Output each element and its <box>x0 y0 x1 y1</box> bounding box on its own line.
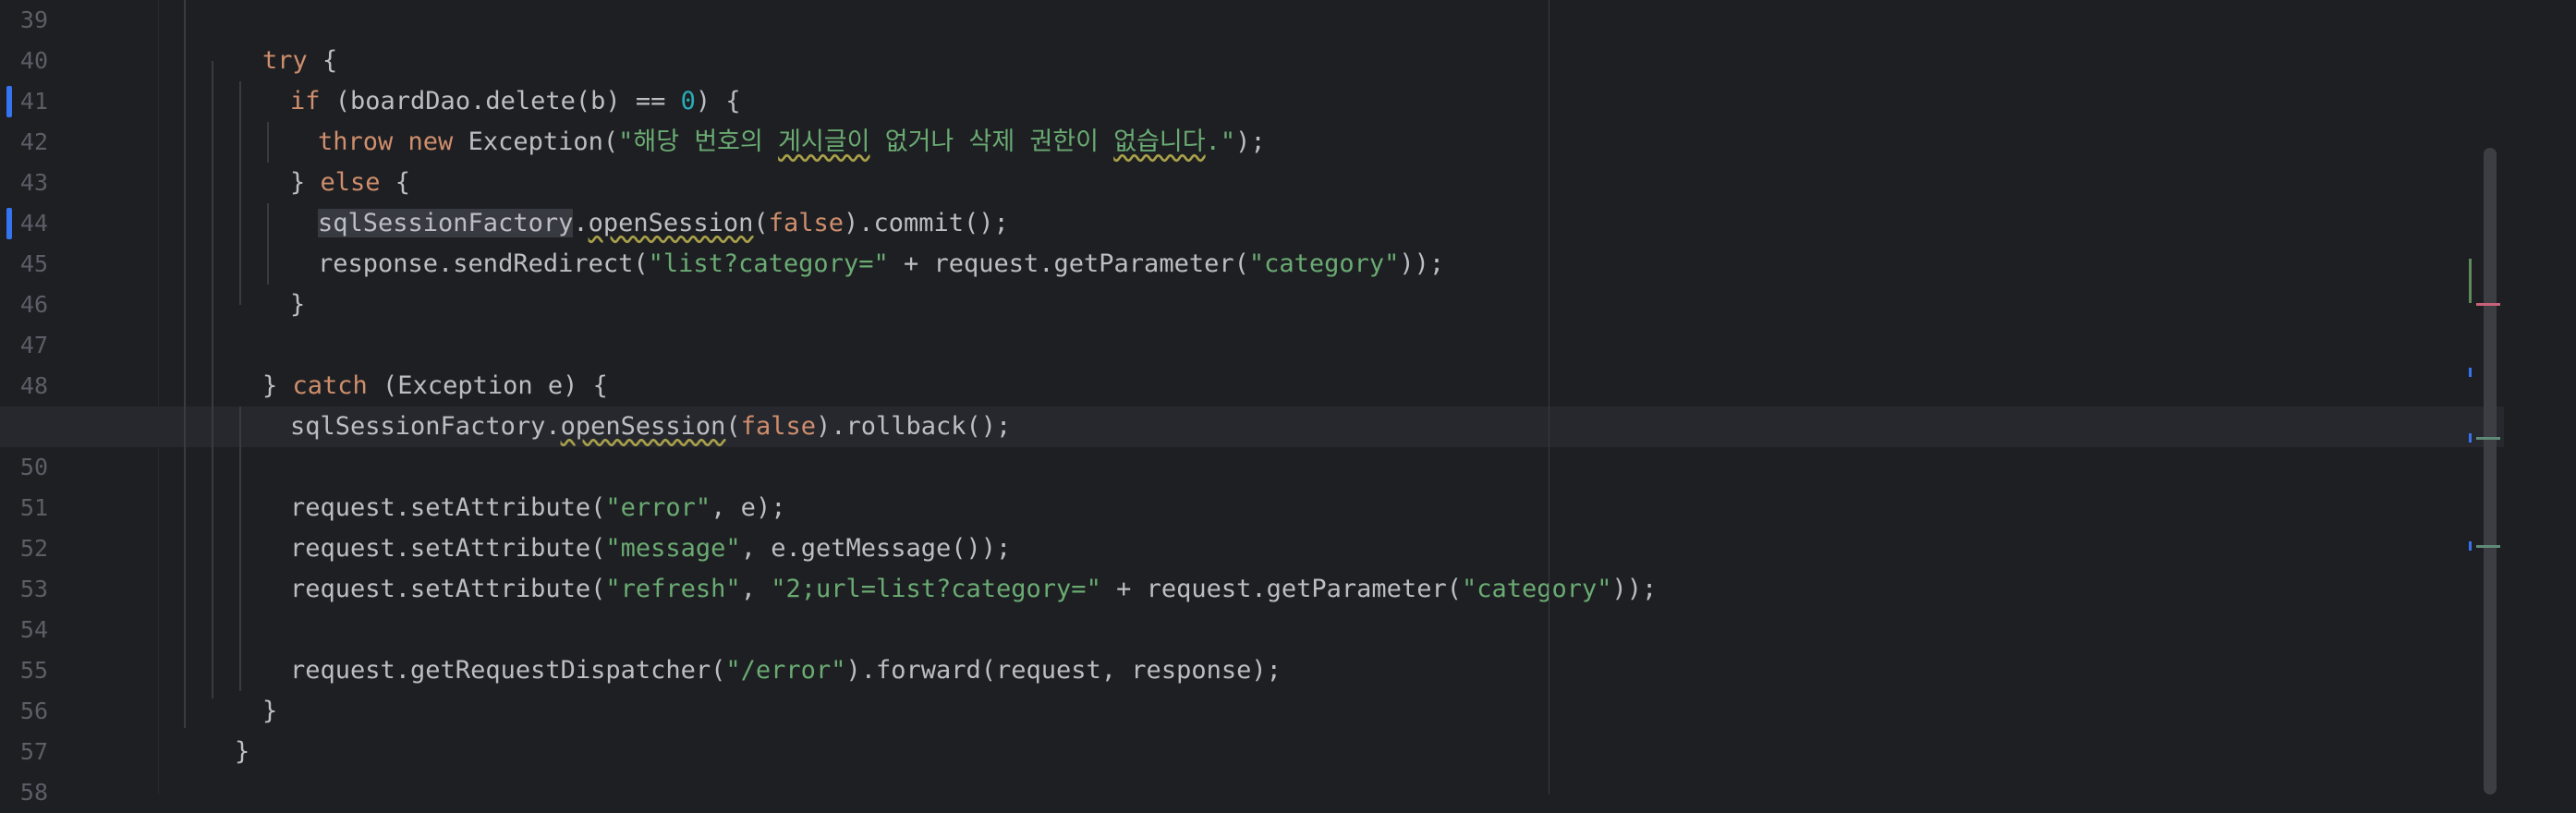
change-marker[interactable] <box>2469 368 2472 377</box>
code-token: ( <box>725 412 741 441</box>
code-token: "category" <box>1248 249 1400 278</box>
code-token: 없거나 삭제 권한이 <box>869 127 1114 156</box>
code-token: ); <box>1235 127 1266 156</box>
code-token: + request.getParameter( <box>888 249 1249 278</box>
line-number[interactable]: 40 <box>0 41 48 81</box>
code-token: else <box>320 168 381 197</box>
code-token: "message" <box>605 534 741 563</box>
scrollbar-track[interactable] <box>2506 0 2576 795</box>
code-token: "2;url=list?category=" <box>771 575 1101 603</box>
code-token: false <box>768 209 844 237</box>
line-number[interactable]: 42 <box>0 122 48 163</box>
code-editor[interactable]: 3940414243444546474849505152535455565758… <box>0 0 2576 806</box>
code-token: sqlSessionFactory <box>290 412 546 441</box>
scrollbar-thumb[interactable] <box>2484 148 2497 795</box>
line-number[interactable]: 57 <box>0 732 48 772</box>
line-number[interactable]: 54 <box>0 610 48 650</box>
code-token: 0 <box>680 87 696 115</box>
warning-marker[interactable] <box>2476 437 2500 440</box>
indent-guide <box>212 61 213 698</box>
indent-guide <box>184 0 186 728</box>
line-number[interactable]: 52 <box>0 528 48 569</box>
code-token: "category" <box>1461 575 1612 603</box>
modified-line-marker[interactable] <box>6 86 12 117</box>
code-token: Exception( <box>453 127 619 156</box>
line-number[interactable]: 50 <box>0 447 48 488</box>
code-token: . <box>545 412 561 441</box>
indent-guide <box>239 81 241 305</box>
line-number[interactable]: 46 <box>0 285 48 325</box>
line-number[interactable]: 56 <box>0 691 48 732</box>
line-number-gutter[interactable]: 3940414243444546474849505152535455565758 <box>0 0 159 806</box>
code-token: { <box>380 168 411 197</box>
code-token: request.setAttribute( <box>290 534 606 563</box>
code-token: + request.getParameter( <box>1100 575 1462 603</box>
warning-marker[interactable] <box>2476 545 2500 548</box>
indent-guide <box>267 122 269 163</box>
change-marker[interactable] <box>2469 541 2472 551</box>
code-token: , e.getMessage()); <box>740 534 1012 563</box>
code-token: ).rollback(); <box>815 412 1012 441</box>
code-token: 게시글이 <box>778 127 870 156</box>
line-number[interactable]: 53 <box>0 569 48 610</box>
code-token: } <box>262 371 293 400</box>
code-token: "refresh" <box>605 575 741 603</box>
code-token: request.setAttribute( <box>290 575 606 603</box>
code-token: } <box>290 290 306 319</box>
code-token: catch <box>292 371 368 400</box>
code-token: } <box>290 168 321 197</box>
line-number[interactable]: 48 <box>0 366 48 406</box>
code-token: response.sendRedirect( <box>318 249 649 278</box>
code-token: openSession <box>588 209 754 237</box>
modified-line-marker[interactable] <box>6 208 12 239</box>
code-token: , e); <box>711 493 786 522</box>
code-token: "해당 번호의 <box>618 127 779 156</box>
code-token: openSession <box>560 412 726 441</box>
code-token: (Exception e) { <box>367 371 608 400</box>
indent-guide <box>239 406 241 691</box>
line-number[interactable]: 39 <box>0 0 48 41</box>
code-token: . <box>573 209 589 237</box>
code-token: new <box>407 127 454 156</box>
code-token: request.getRequestDispatcher( <box>290 656 726 685</box>
code-token: )); <box>1611 575 1658 603</box>
code-token: ." <box>1205 127 1236 156</box>
line-number[interactable]: 58 <box>0 772 48 813</box>
code-token: ( <box>753 209 769 237</box>
line-number[interactable]: 47 <box>0 325 48 366</box>
code-token: ) { <box>695 87 741 115</box>
code-area[interactable]: try { if (boardDao.delete(b) == 0) { throw… <box>159 0 2506 795</box>
error-marker[interactable] <box>2476 303 2500 306</box>
code-token: throw <box>318 127 394 156</box>
code-token: if <box>290 87 321 115</box>
code-token: { <box>307 46 338 75</box>
code-token: request.setAttribute( <box>290 493 606 522</box>
code-token: false <box>740 412 816 441</box>
code-token: (boardDao.delete(b) == <box>320 87 681 115</box>
code-token: try <box>262 46 308 75</box>
line-number[interactable]: 45 <box>0 244 48 285</box>
code-token: sqlSessionFactory <box>318 209 574 237</box>
code-token: } <box>235 737 250 766</box>
code-token: ).commit(); <box>843 209 1009 237</box>
line-number[interactable]: 43 <box>0 163 48 203</box>
code-token: "error" <box>605 493 711 522</box>
change-marker[interactable] <box>2469 433 2472 443</box>
change-marker[interactable] <box>2469 259 2472 303</box>
line-number[interactable]: 55 <box>0 650 48 691</box>
line-number[interactable]: 51 <box>0 488 48 528</box>
code-token: } <box>262 697 278 725</box>
code-token: )); <box>1399 249 1445 278</box>
code-token: 없습니다 <box>1113 127 1206 156</box>
indent-guide <box>267 203 269 285</box>
code-token: ).forward(request, response); <box>845 656 1282 685</box>
code-token: "/error" <box>725 656 846 685</box>
code-token: , <box>740 575 772 603</box>
code-token: "list?category=" <box>648 249 889 278</box>
